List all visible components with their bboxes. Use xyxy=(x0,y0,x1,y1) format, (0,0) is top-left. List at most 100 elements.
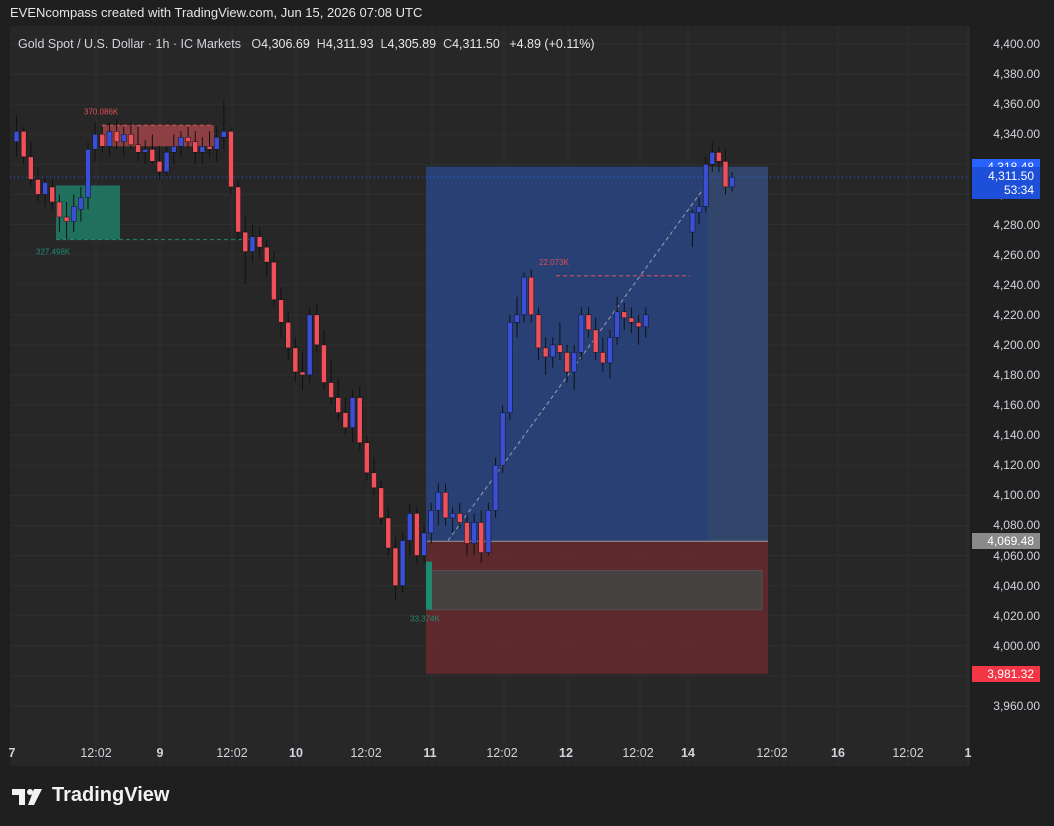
candle-body xyxy=(722,161,729,188)
candle-body xyxy=(457,513,463,523)
candle-body xyxy=(28,156,34,180)
candle-body xyxy=(550,344,556,358)
entry-price-tag: 4,069.48 xyxy=(972,533,1040,550)
candle-body xyxy=(306,314,313,376)
candle-body xyxy=(213,137,220,150)
candle-body xyxy=(414,513,420,556)
position-profit-tail xyxy=(708,166,768,542)
tradingview-logo[interactable]: TradingView xyxy=(12,784,169,807)
candle-body xyxy=(149,149,156,162)
candle-body xyxy=(435,492,442,511)
time-tick-label: 12:02 xyxy=(216,746,248,760)
candle-body xyxy=(485,510,492,553)
candle-body xyxy=(392,547,399,586)
candle-body xyxy=(292,347,299,373)
candle-body xyxy=(371,472,377,489)
annotation-vol-red-mid: 22.073K xyxy=(539,258,569,267)
candle-body xyxy=(135,144,141,153)
candle-body xyxy=(535,314,542,349)
attribution-bar: EVENcompass created with TradingView.com… xyxy=(0,0,1054,26)
candle-body xyxy=(63,216,70,222)
candle-body xyxy=(70,206,77,222)
candle-body xyxy=(696,206,702,213)
price-tick-label: 4,100.00 xyxy=(993,488,1040,503)
candle-body xyxy=(464,522,470,544)
candle-body xyxy=(335,397,341,413)
candle-body xyxy=(328,382,334,398)
price-tick-label: 4,040.00 xyxy=(993,578,1040,593)
price-axis[interactable]: 4,400.004,380.004,360.004,340.004,320.00… xyxy=(970,26,1054,766)
price-tick-label: 4,200.00 xyxy=(993,337,1040,352)
high-label: H xyxy=(316,37,326,51)
candle-body xyxy=(271,261,277,301)
time-tick-label: 1 xyxy=(964,746,972,760)
candle-body xyxy=(689,212,696,233)
candle-body xyxy=(600,352,606,364)
candle-body xyxy=(378,487,384,519)
candle-body xyxy=(578,314,585,353)
candle-body xyxy=(42,182,48,195)
candle-body xyxy=(621,311,627,319)
candle-body xyxy=(206,146,213,150)
annotation-vol-red-top: 370.086K xyxy=(84,108,119,117)
price-tick-label: 4,160.00 xyxy=(993,398,1040,413)
candle-body xyxy=(407,513,413,541)
candle-body xyxy=(478,522,484,553)
price-tick-label: 4,140.00 xyxy=(993,428,1040,443)
time-tick-label: 9 xyxy=(156,746,164,760)
high-value: 4,311.93 xyxy=(325,37,374,51)
candle-body xyxy=(92,134,98,150)
candle-body xyxy=(264,246,270,263)
candle-body xyxy=(314,314,320,346)
candle-body xyxy=(13,131,20,143)
candle-body xyxy=(349,397,356,428)
price-tick-label: 4,280.00 xyxy=(993,217,1040,232)
candle-body xyxy=(449,513,456,519)
candle-body xyxy=(471,522,477,544)
candle-body xyxy=(557,344,563,353)
candle-body xyxy=(514,314,520,323)
close-value: 4,311.50 xyxy=(452,37,500,51)
chart-canvas[interactable]: 370.086K 327.498K 22.073K 33.374K xyxy=(10,26,970,766)
symbol-name[interactable]: Gold Spot / U.S. Dollar · 1h · IC Market… xyxy=(18,37,241,51)
candle-body xyxy=(628,317,635,323)
candle-body xyxy=(199,146,206,153)
candle-body xyxy=(635,322,642,328)
candle-body xyxy=(571,352,577,373)
price-tick-label: 4,380.00 xyxy=(993,67,1040,82)
candle-body xyxy=(49,186,55,203)
price-tick-label: 4,120.00 xyxy=(993,458,1040,473)
symbol-legend: Gold Spot / U.S. Dollar · 1h · IC Market… xyxy=(18,37,595,51)
candle-body xyxy=(128,134,134,146)
demand-zone-small xyxy=(426,561,432,610)
candle-body xyxy=(321,344,327,383)
chart-pane[interactable]: 370.086K 327.498K 22.073K 33.374K xyxy=(10,26,970,766)
annotation-vol-green-low: 33.374K xyxy=(410,615,440,624)
price-tick-label: 4,180.00 xyxy=(993,368,1040,382)
time-tick-label: 12:02 xyxy=(80,746,112,760)
time-tick-label: 14 xyxy=(681,746,695,760)
candle-body xyxy=(499,412,506,466)
time-tick-label: 10 xyxy=(289,746,303,760)
price-tick-label: 4,060.00 xyxy=(993,548,1040,563)
price-tick-label: 4,260.00 xyxy=(993,247,1040,262)
open-label: O xyxy=(251,37,262,51)
candle-body xyxy=(716,152,722,162)
candle-body xyxy=(256,236,263,248)
stop-price-tag: 3,981.32 xyxy=(972,665,1040,682)
price-tick-label: 4,000.00 xyxy=(993,638,1040,653)
candle-body xyxy=(163,152,170,173)
attribution-text: EVENcompass created with TradingView.com… xyxy=(10,5,423,20)
candle-body xyxy=(142,149,148,153)
candle-body xyxy=(285,322,291,349)
candle-body xyxy=(592,329,599,353)
candle-body xyxy=(35,179,41,195)
candle-body xyxy=(185,137,191,143)
price-tick-label: 4,340.00 xyxy=(993,127,1040,142)
price-tick-label: 4,400.00 xyxy=(993,37,1040,51)
candle-body xyxy=(585,314,592,331)
candle-body xyxy=(614,311,620,338)
candle-body xyxy=(342,412,349,428)
time-tick-label: 12:02 xyxy=(892,746,924,760)
logo-text: TradingView xyxy=(52,784,170,806)
